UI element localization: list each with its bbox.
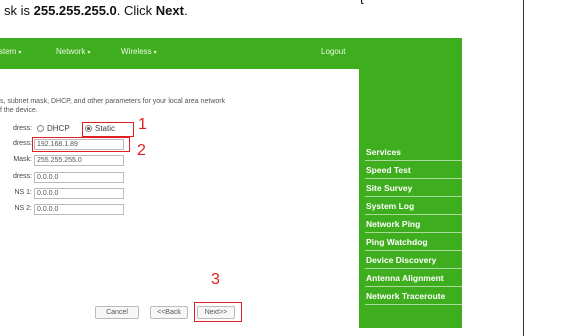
dns2-label: NS 2: bbox=[14, 205, 32, 212]
instruction-prefix: sk is bbox=[4, 3, 34, 18]
sidebar-item-services[interactable]: Services bbox=[365, 143, 462, 161]
tools-sidebar: Services Speed Test Site Survey System L… bbox=[365, 143, 462, 305]
ip-address-label: dress: bbox=[12, 140, 32, 147]
top-nav: stem ▾ Network ▾ Wireless ▾ Logout bbox=[0, 38, 462, 68]
dhcp-radio[interactable] bbox=[37, 125, 44, 133]
chevron-down-icon: ▾ bbox=[153, 50, 157, 56]
instruction-mid: . Click bbox=[116, 3, 156, 18]
dhcp-option[interactable]: DHCP bbox=[37, 124, 70, 133]
instruction-next-word: Next bbox=[155, 3, 184, 18]
sidebar-item-system-log[interactable]: System Log bbox=[365, 197, 462, 215]
panel-description: s, subnet mask, DHCP, and other paramete… bbox=[0, 97, 320, 115]
sidebar-item-antenna-alignment[interactable]: Antenna Alignment bbox=[365, 269, 462, 287]
instruction-mask-value: 255.255.255.0 bbox=[33, 3, 117, 18]
description-line2: f the device. bbox=[0, 107, 38, 114]
cancel-button[interactable]: Cancel bbox=[95, 306, 139, 319]
ip-mode-label: dress: bbox=[12, 125, 32, 132]
sidebar-item-device-discovery[interactable]: Device Discovery bbox=[365, 251, 462, 269]
gateway-input[interactable] bbox=[34, 172, 124, 183]
lan-settings-panel: s, subnet mask, DHCP, and other paramete… bbox=[0, 69, 359, 328]
sidebar-item-network-ping[interactable]: Network Ping bbox=[365, 215, 462, 233]
nav-system-label: stem bbox=[0, 47, 17, 56]
nav-system[interactable]: stem ▾ bbox=[0, 47, 21, 56]
back-button[interactable]: <<Back bbox=[150, 306, 188, 319]
next-highlight-box bbox=[194, 302, 242, 322]
subnet-mask-label: Mask: bbox=[13, 156, 32, 163]
gateway-label: dress: bbox=[12, 173, 32, 180]
sidebar-item-site-survey[interactable]: Site Survey bbox=[365, 179, 462, 197]
instruction-suffix: . bbox=[183, 3, 188, 18]
dns1-label: NS 1: bbox=[14, 189, 32, 196]
nav-wireless-label: Wireless bbox=[121, 47, 152, 56]
step-1-number: 1 bbox=[138, 116, 147, 133]
description-line1: s, subnet mask, DHCP, and other paramete… bbox=[0, 98, 226, 105]
dns1-input[interactable] bbox=[34, 188, 124, 199]
dns2-input[interactable] bbox=[34, 204, 124, 215]
logout-link[interactable]: Logout bbox=[321, 47, 345, 56]
ip-highlight-box bbox=[32, 137, 130, 152]
instruction-line2: sk is 255.255.255.0. Click Next. bbox=[4, 4, 188, 17]
chevron-down-icon: ▾ bbox=[87, 50, 91, 56]
step-3-number: 3 bbox=[211, 271, 220, 288]
page-divider bbox=[523, 0, 524, 336]
static-highlight-box bbox=[82, 122, 134, 137]
sidebar-item-speed-test[interactable]: Speed Test bbox=[365, 161, 462, 179]
nav-network-label: Network bbox=[56, 47, 86, 56]
nav-network[interactable]: Network ▾ bbox=[56, 47, 90, 56]
chevron-down-icon: ▾ bbox=[18, 50, 22, 56]
sidebar-item-ping-watchdog[interactable]: Ping Watchdog bbox=[365, 233, 462, 251]
router-ui-screenshot: stem ▾ Network ▾ Wireless ▾ Logout s, subne… bbox=[0, 38, 462, 328]
sidebar-item-network-traceroute[interactable]: Network Traceroute bbox=[365, 287, 462, 305]
instruction-text: t sk is 255.255.255.0. Click Next. bbox=[0, 0, 470, 24]
dhcp-label: DHCP bbox=[47, 124, 70, 133]
step-2-number: 2 bbox=[137, 142, 146, 159]
subnet-mask-input[interactable] bbox=[34, 155, 124, 166]
nav-wireless[interactable]: Wireless ▾ bbox=[121, 47, 157, 56]
instruction-line1-tail: t bbox=[360, 0, 364, 6]
